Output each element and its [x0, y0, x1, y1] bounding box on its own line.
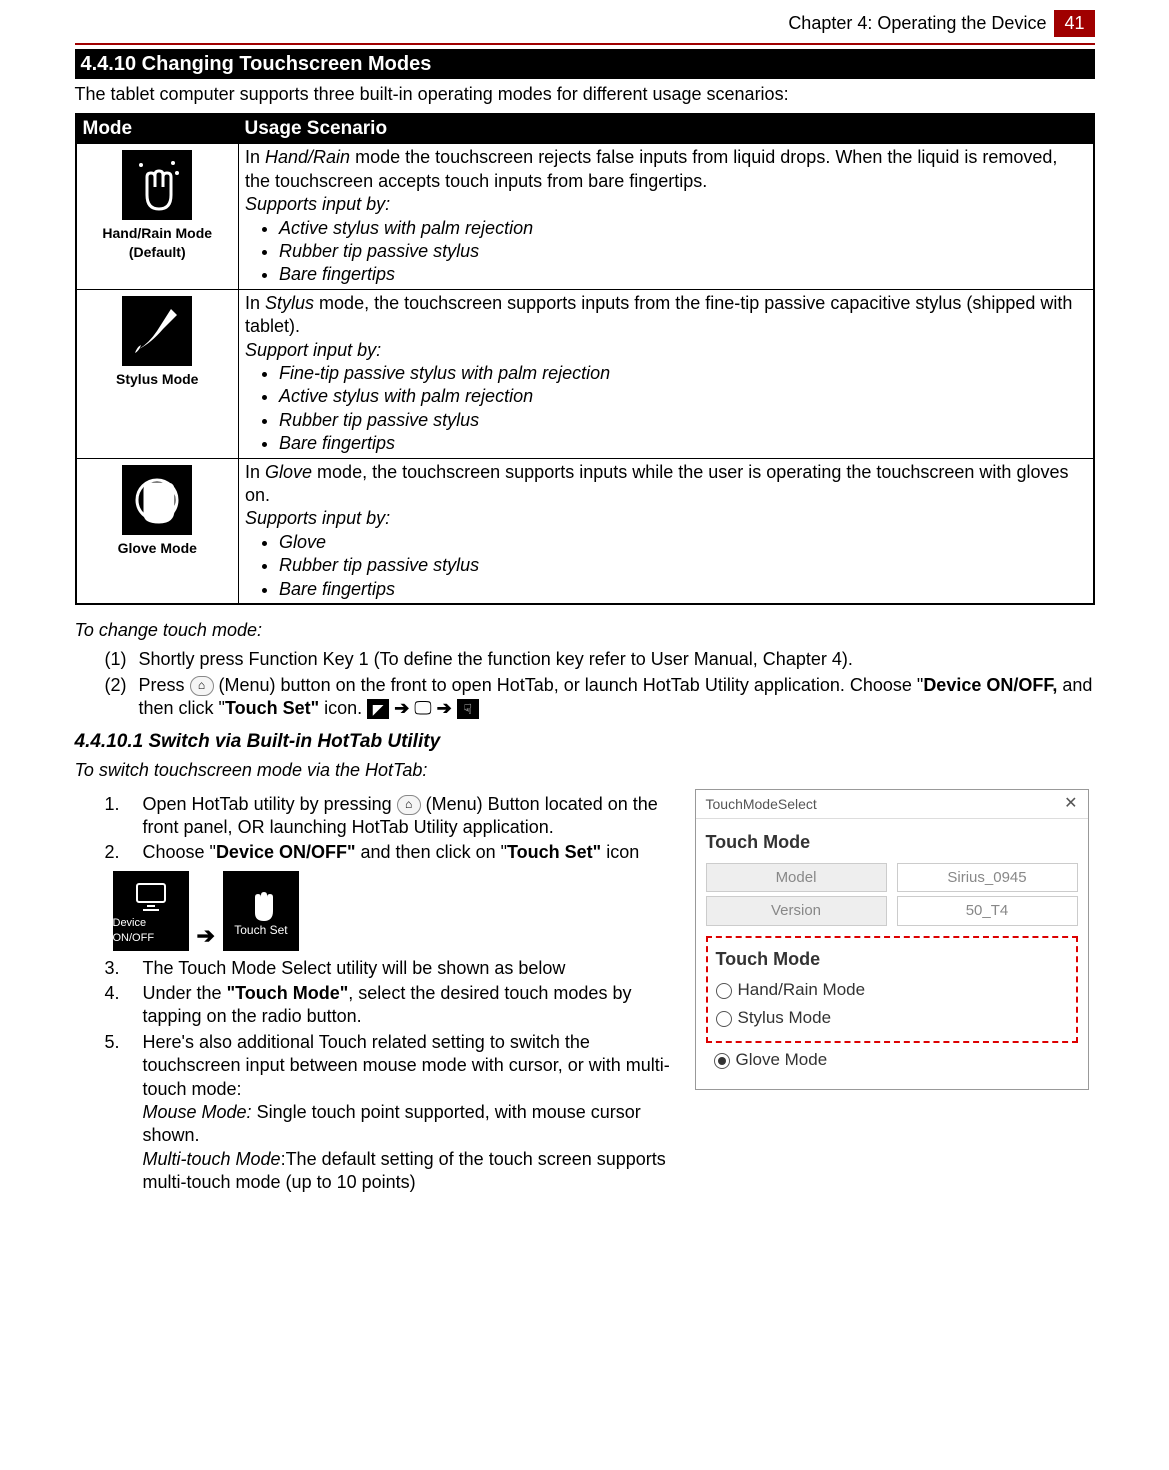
- monitor-icon: 🖵: [414, 698, 431, 718]
- section-heading: 4.4.10 Changing Touchscreen Modes: [75, 49, 1095, 79]
- touch-set-icon: Touch Set: [223, 871, 299, 951]
- section-intro: The tablet computer supports three built…: [75, 83, 1095, 106]
- supports-label: Support input by:: [245, 340, 381, 360]
- list-item: Bare fingertips: [279, 432, 1087, 455]
- close-icon[interactable]: ✕: [1064, 794, 1077, 815]
- mode-text: In Stylus mode, the touchscreen supports…: [245, 293, 1072, 336]
- hand-rain-icon: [122, 150, 192, 220]
- change-heading: To change touch mode:: [75, 619, 1095, 642]
- arrow-icon: ➔: [437, 698, 457, 718]
- table-row: Hand/Rain Mode (Default) In Hand/Rain mo…: [76, 144, 1094, 289]
- arrow-icon: ➔: [197, 922, 215, 951]
- supports-label: Supports input by:: [245, 194, 390, 214]
- mode-text: In Hand/Rain mode the touchscreen reject…: [245, 147, 1057, 190]
- radio-glove[interactable]: Glove Mode: [706, 1049, 1078, 1071]
- mode-label: Glove Mode: [118, 540, 197, 556]
- page-header: Chapter 4: Operating the Device 41: [75, 10, 1095, 37]
- mode-text: In Glove mode, the touchscreen supports …: [245, 462, 1068, 505]
- modes-table: Mode Usage Scenario Hand/Rain Mode (Defa…: [75, 113, 1095, 605]
- model-value: Sirius_0945: [897, 863, 1078, 893]
- radio-hand-rain[interactable]: Hand/Rain Mode: [716, 979, 1068, 1001]
- page-number: 41: [1054, 10, 1094, 37]
- glove-icon: [122, 465, 192, 535]
- col-mode: Mode: [76, 114, 239, 144]
- mode-label: Stylus Mode: [116, 371, 198, 387]
- numstep-3: 3. The Touch Mode Select utility will be…: [105, 957, 675, 980]
- arrow-icon: ➔: [394, 698, 414, 718]
- step-2: (2) Press ⌂ (Menu) button on the front t…: [105, 674, 1095, 721]
- numstep-1: 1. Open HotTab utility by pressing ⌂ (Me…: [105, 793, 675, 840]
- touch-icon: ☟: [457, 699, 479, 719]
- supports-label: Supports input by:: [245, 508, 390, 528]
- highlight-box: Touch Mode Hand/Rain Mode Stylus Mode: [706, 936, 1078, 1044]
- list-item: Bare fingertips: [279, 263, 1087, 286]
- numstep-4: 4. Under the "Touch Mode", select the de…: [105, 982, 675, 1029]
- touchmodeselect-window: TouchModeSelect ✕ Touch Mode Model Siriu…: [695, 789, 1089, 1091]
- mode-label: Hand/Rain Mode (Default): [102, 225, 212, 259]
- model-label: Model: [706, 863, 887, 893]
- list-item: Bare fingertips: [279, 578, 1087, 601]
- list-item: Glove: [279, 531, 1087, 554]
- menu-button-icon: ⌂: [190, 676, 214, 696]
- bullet-list: Active stylus with palm rejection Rubber…: [245, 217, 1087, 287]
- touch-mode-heading: Touch Mode: [716, 948, 1068, 971]
- subsection-heading: 4.4.10.1 Switch via Built-in HotTab Util…: [75, 730, 1095, 755]
- chapter-title: Chapter 4: Operating the Device: [788, 12, 1046, 35]
- header-rule: [75, 43, 1095, 45]
- window-title: TouchModeSelect: [706, 795, 817, 813]
- table-row: Stylus Mode In Stylus mode, the touchscr…: [76, 289, 1094, 458]
- bullet-list: Fine-tip passive stylus with palm reject…: [245, 362, 1087, 456]
- list-item: Active stylus with palm rejection: [279, 385, 1087, 408]
- menu-button-icon: ⌂: [397, 795, 421, 815]
- device-onoff-icon: Device ON/OFF: [113, 871, 189, 951]
- version-value: 50_T4: [897, 896, 1078, 926]
- numstep-5: 5. Here's also additional Touch related …: [105, 1031, 675, 1195]
- table-row: Glove Mode In Glove mode, the touchscree…: [76, 458, 1094, 604]
- list-item: Fine-tip passive stylus with palm reject…: [279, 362, 1087, 385]
- col-scenario: Usage Scenario: [239, 114, 1094, 144]
- step-1: (1) Shortly press Function Key 1 (To def…: [105, 648, 1095, 671]
- list-item: Rubber tip passive stylus: [279, 240, 1087, 263]
- hottab-icons: Device ON/OFF ➔ Touch Set: [113, 871, 675, 951]
- stylus-icon: [122, 296, 192, 366]
- radio-stylus[interactable]: Stylus Mode: [716, 1007, 1068, 1029]
- subsection-intro: To switch touchscreen mode via the HotTa…: [75, 759, 1095, 782]
- numstep-2: 2. Choose "Device ON/OFF" and then click…: [105, 841, 675, 864]
- bullet-list: Glove Rubber tip passive stylus Bare fin…: [245, 531, 1087, 601]
- nav-icon: ◤: [367, 699, 389, 719]
- version-label: Version: [706, 896, 887, 926]
- list-item: Rubber tip passive stylus: [279, 554, 1087, 577]
- list-item: Rubber tip passive stylus: [279, 409, 1087, 432]
- window-heading: Touch Mode: [706, 831, 1078, 854]
- list-item: Active stylus with palm rejection: [279, 217, 1087, 240]
